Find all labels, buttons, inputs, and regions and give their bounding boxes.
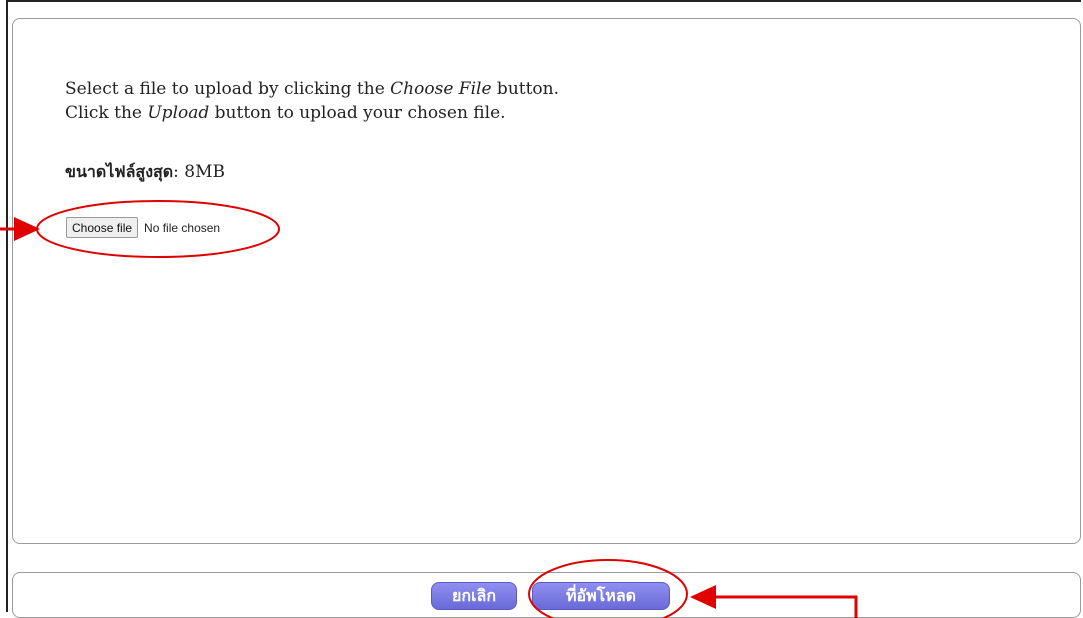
annotation-overlay <box>0 200 858 618</box>
file-input-arrow-icon <box>0 217 40 241</box>
upload-button-highlight-circle <box>528 559 688 618</box>
upload-button-arrow-icon <box>690 585 858 618</box>
file-input-highlight-circle <box>36 200 280 258</box>
